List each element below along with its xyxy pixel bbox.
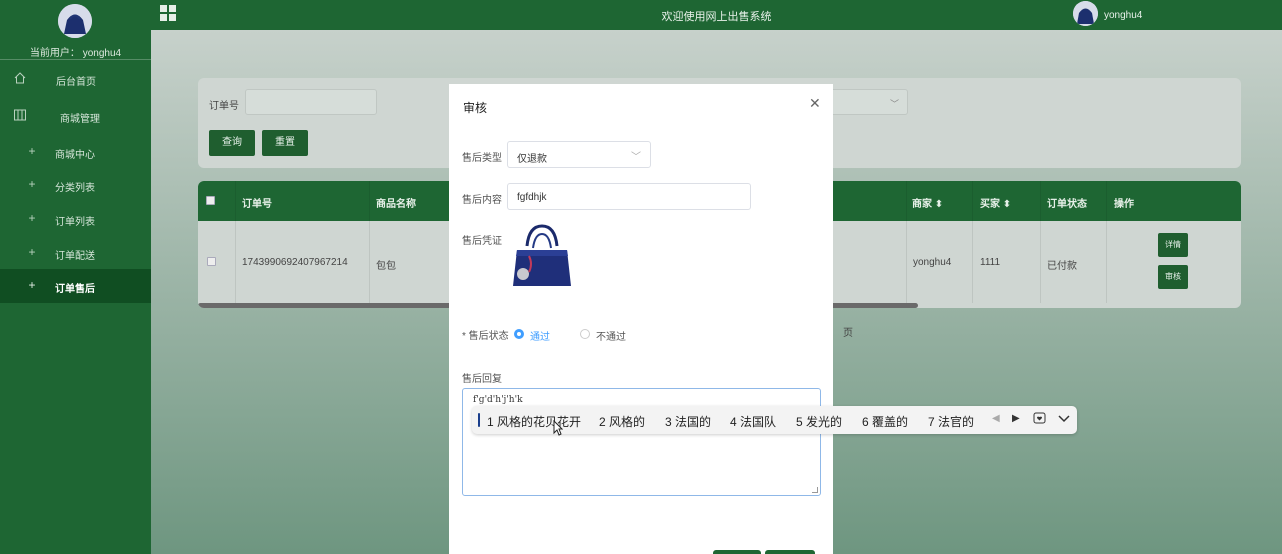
sidebar-item-mall-center[interactable]: + 商城中心 bbox=[0, 135, 151, 169]
sidebar-item-label: 商城中心 bbox=[55, 150, 95, 161]
sidebar-item-label: 分类列表 bbox=[55, 183, 95, 194]
home-icon bbox=[13, 71, 27, 85]
chevron-down-icon: ﹀ bbox=[631, 152, 641, 163]
after-sales-reply-textarea[interactable]: f'g'd'h'j'h'k bbox=[462, 388, 821, 496]
select-all-checkbox[interactable] bbox=[206, 196, 215, 205]
sidebar-item-label: 商城管理 bbox=[60, 114, 100, 125]
mouse-cursor-icon bbox=[553, 419, 564, 436]
review-dialog: 审核 ✕ 售后类型 仅退款 ﹀ 售后内容 fgfdhjk 售后凭证 * 售后状态… bbox=[449, 84, 833, 554]
sidebar-item-label: 订单列表 bbox=[55, 217, 95, 228]
dialog-title: 审核 bbox=[463, 101, 488, 115]
proof-image[interactable] bbox=[509, 224, 575, 292]
cell-order-no: 1743990692407967214 bbox=[242, 257, 348, 268]
ime-candidate[interactable]: 5 发光的 bbox=[796, 413, 842, 430]
sidebar-item-order-list[interactable]: + 订单列表 bbox=[0, 202, 151, 236]
sidebar-avatar bbox=[58, 4, 92, 38]
status-reject-label[interactable]: 不通过 bbox=[596, 328, 626, 343]
after-sales-content-input[interactable]: fgfdhjk bbox=[507, 183, 751, 210]
close-icon[interactable]: ✕ bbox=[809, 95, 821, 112]
ime-caret bbox=[478, 413, 480, 427]
plus-icon: + bbox=[28, 245, 36, 259]
detail-button[interactable]: 详情 bbox=[1158, 233, 1188, 257]
select-value: 仅退款 bbox=[517, 154, 547, 165]
after-sales-type-label: 售后类型 bbox=[462, 153, 502, 164]
ime-candidate[interactable]: 2 风格的 bbox=[599, 413, 645, 430]
resize-handle-icon[interactable] bbox=[812, 487, 818, 493]
after-sales-type-select[interactable]: 仅退款 ﹀ bbox=[507, 141, 651, 168]
plus-icon: + bbox=[28, 278, 36, 292]
sidebar-item-after-sales[interactable]: + 订单售后 bbox=[0, 269, 151, 303]
ime-candidate[interactable]: 4 法国队 bbox=[730, 413, 776, 430]
status-reject-radio[interactable] bbox=[580, 329, 590, 339]
sidebar-item-label: 订单售后 bbox=[55, 284, 95, 295]
cell-product: 包包 bbox=[376, 261, 396, 272]
current-user-line: 当前用户： yonghu4 bbox=[0, 44, 151, 59]
current-user-label: 当前用户： bbox=[29, 48, 80, 59]
plus-icon: + bbox=[28, 144, 36, 158]
top-header: 欢迎使用网上出售系统 yonghu4 bbox=[151, 0, 1282, 30]
after-sales-content-label: 售后内容 bbox=[462, 195, 502, 206]
plus-icon: + bbox=[28, 177, 36, 191]
sidebar-item-home[interactable]: 后台首页 bbox=[0, 62, 151, 96]
status-pass-radio[interactable] bbox=[514, 329, 524, 339]
header-username[interactable]: yonghu4 bbox=[1104, 10, 1142, 21]
ime-favorite-icon[interactable] bbox=[1033, 411, 1047, 428]
sidebar-divider bbox=[0, 59, 151, 60]
col-buyer[interactable]: 买家 ⬍ bbox=[980, 195, 1011, 210]
dialog-confirm-button[interactable] bbox=[765, 550, 815, 554]
review-button[interactable]: 审核 bbox=[1158, 265, 1188, 289]
sidebar-item-category-list[interactable]: + 分类列表 bbox=[0, 168, 151, 202]
header-avatar[interactable] bbox=[1073, 1, 1098, 26]
ime-prev-icon[interactable]: ◀ bbox=[992, 413, 1000, 424]
sidebar-item-mall-management[interactable]: 商城管理 bbox=[0, 99, 151, 133]
after-sales-status-label: * 售后状态 bbox=[462, 331, 509, 342]
pagination-page-text: 页 bbox=[843, 328, 853, 339]
order-no-label: 订单号 bbox=[209, 101, 239, 112]
ime-candidate[interactable]: 1 风格的花贝花开 bbox=[487, 413, 581, 430]
columns-icon bbox=[13, 108, 27, 122]
cell-status: 已付款 bbox=[1047, 261, 1077, 272]
order-no-input[interactable] bbox=[245, 89, 377, 115]
ime-candidate[interactable]: 7 法官的 bbox=[928, 413, 974, 430]
textarea-value: f'g'd'h'j'h'k bbox=[473, 395, 523, 405]
col-actions: 操作 bbox=[1114, 199, 1134, 210]
sidebar-item-order-delivery[interactable]: + 订单配送 bbox=[0, 236, 151, 270]
col-status: 订单状态 bbox=[1047, 199, 1087, 210]
col-merchant[interactable]: 商家 ⬍ bbox=[912, 195, 943, 210]
ime-candidate[interactable]: 6 覆盖的 bbox=[862, 413, 908, 430]
plus-icon: + bbox=[28, 211, 36, 225]
status-pass-label[interactable]: 通过 bbox=[530, 328, 550, 343]
ime-candidate[interactable]: 3 法国的 bbox=[665, 413, 711, 430]
filter-select[interactable]: ﹀ bbox=[830, 89, 908, 115]
cell-buyer: 1111 bbox=[980, 257, 1001, 268]
current-user-name: yonghu4 bbox=[82, 48, 122, 59]
chevron-down-icon: ﹀ bbox=[889, 99, 899, 109]
sidebar-item-label: 订单配送 bbox=[55, 251, 95, 262]
query-button[interactable]: 查询 bbox=[209, 130, 255, 156]
sidebar: 当前用户： yonghu4 后台首页 商城管理 + 商城中心 + 分类列表 + … bbox=[0, 0, 151, 554]
ime-expand-icon[interactable] bbox=[1058, 411, 1070, 428]
input-value: fgfdhjk bbox=[517, 192, 547, 203]
reset-button[interactable]: 重置 bbox=[262, 130, 308, 156]
sidebar-item-label: 后台首页 bbox=[56, 77, 96, 88]
cell-merchant: yonghu4 bbox=[913, 257, 952, 268]
ime-next-icon[interactable]: ▶ bbox=[1012, 413, 1020, 424]
col-product: 商品名称 bbox=[376, 199, 416, 210]
row-checkbox[interactable] bbox=[207, 257, 216, 266]
after-sales-reply-label: 售后回复 bbox=[462, 374, 502, 385]
after-sales-proof-label: 售后凭证 bbox=[462, 236, 502, 247]
col-order-no: 订单号 bbox=[242, 199, 272, 210]
dialog-cancel-button[interactable] bbox=[713, 550, 761, 554]
